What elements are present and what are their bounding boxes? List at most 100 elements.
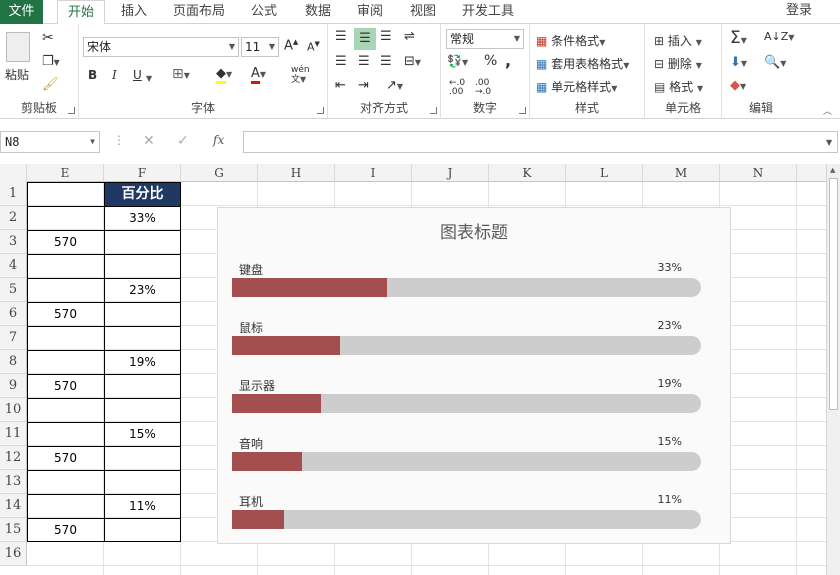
column-header-k[interactable]: K	[489, 164, 566, 182]
tab-page-layout[interactable]: 页面布局	[168, 0, 230, 24]
dialog-launcher-icon[interactable]	[68, 107, 75, 114]
tab-view[interactable]: 视图	[401, 0, 445, 24]
bar-track[interactable]	[232, 510, 701, 529]
align-right-icon[interactable]: ☰	[380, 54, 392, 69]
align-left-icon[interactable]: ☰	[335, 54, 347, 69]
autosum-icon[interactable]: Σ▼	[730, 28, 747, 48]
font-name-combo[interactable]: 宋体 ▼	[83, 37, 239, 57]
insert-cells-button[interactable]: ⊞ 插入 ▼	[654, 32, 702, 49]
column-header-n[interactable]: N	[720, 164, 797, 182]
value-cell[interactable]: 570	[27, 518, 104, 542]
number-format-combo[interactable]: 常规 ▼	[446, 29, 524, 49]
merge-center-icon[interactable]: ⊟▼	[404, 54, 421, 69]
format-as-table-button[interactable]: ▦ 套用表格格式▼	[536, 55, 629, 72]
column-header-f[interactable]: F	[104, 164, 181, 182]
column-header-i[interactable]: I	[335, 164, 412, 182]
align-bottom-icon[interactable]: ☰	[380, 29, 392, 44]
row-header-3[interactable]: 3	[0, 230, 27, 254]
delete-cells-button[interactable]: ⊟ 删除 ▼	[654, 55, 702, 72]
tab-home[interactable]: 开始	[57, 0, 105, 25]
row-header-15[interactable]: 15	[0, 518, 27, 542]
align-middle-icon[interactable]: ☰	[354, 28, 376, 50]
increase-decimal-icon[interactable]: ←.0.00	[449, 79, 465, 97]
copy-icon[interactable]: ❐▼	[42, 54, 60, 69]
bar-鼠标[interactable]	[232, 336, 340, 355]
column-header-g[interactable]: G	[181, 164, 258, 182]
scroll-up-icon[interactable]: ▲	[830, 166, 835, 174]
bar-chart[interactable]: 图表标题 键盘 33% 鼠标 23% 显示器 19% 音响 15% 耳机 11%	[217, 207, 731, 544]
bold-button[interactable]: B	[88, 68, 97, 82]
border-icon[interactable]: ⊞▼	[172, 66, 190, 82]
scrollbar-thumb[interactable]	[829, 178, 838, 410]
row-header-7[interactable]: 7	[0, 326, 27, 350]
tab-review[interactable]: 审阅	[348, 0, 392, 24]
bar-显示器[interactable]	[232, 394, 321, 413]
chart-title[interactable]: 图表标题	[218, 218, 730, 243]
tab-file[interactable]: 文件	[0, 0, 43, 24]
percent-cell[interactable]: 15%	[104, 422, 181, 446]
column-header-m[interactable]: M	[643, 164, 720, 182]
row-header-1[interactable]: 1	[0, 182, 27, 206]
format-painter-icon[interactable]: 🖌	[42, 77, 59, 92]
value-cell[interactable]: 570	[27, 302, 104, 326]
tab-developer[interactable]: 开发工具	[455, 0, 521, 24]
percent-cell[interactable]: 33%	[104, 206, 181, 230]
fill-color-icon[interactable]: ◆▼	[216, 66, 232, 84]
italic-button[interactable]: I	[112, 68, 117, 82]
cut-icon[interactable]: ✂	[42, 30, 54, 46]
row-header-5[interactable]: 5	[0, 278, 27, 302]
underline-button[interactable]: U	[133, 68, 142, 82]
percent-cell[interactable]: 19%	[104, 350, 181, 374]
sort-filter-icon[interactable]: A↓Z▼	[764, 30, 794, 43]
value-cell[interactable]: 570	[27, 374, 104, 398]
name-box[interactable]: N8 ▼	[0, 131, 100, 153]
select-all-corner[interactable]	[0, 164, 27, 182]
cancel-icon[interactable]: ✕	[143, 133, 155, 149]
vertical-scrollbar[interactable]: ▲	[826, 164, 840, 575]
formula-input[interactable]	[243, 131, 838, 153]
paste-icon[interactable]	[6, 32, 30, 62]
wrap-text-icon[interactable]: ⇌	[404, 29, 415, 44]
row-header-2[interactable]: 2	[0, 206, 27, 230]
bar-音响[interactable]	[232, 452, 302, 471]
dialog-launcher-icon[interactable]	[430, 107, 437, 114]
row-header-12[interactable]: 12	[0, 446, 27, 470]
percent-cell[interactable]: 23%	[104, 278, 181, 302]
bar-track[interactable]	[232, 394, 701, 413]
percent-cell[interactable]: 11%	[104, 494, 181, 518]
align-top-icon[interactable]: ☰	[335, 29, 347, 44]
row-header-9[interactable]: 9	[0, 374, 27, 398]
collapse-ribbon-icon[interactable]: ︿	[823, 104, 832, 117]
comma-style-button[interactable]: ,	[505, 51, 511, 70]
font-size-combo[interactable]: 11 ▼	[241, 37, 279, 57]
tab-formulas[interactable]: 公式	[242, 0, 286, 24]
dialog-launcher-icon[interactable]	[317, 107, 324, 114]
decrease-decimal-icon[interactable]: .00 →.0	[475, 79, 491, 97]
row-header-8[interactable]: 8	[0, 350, 27, 374]
bar-track[interactable]	[232, 452, 701, 471]
insert-function-button[interactable]: fx	[213, 133, 224, 147]
conditional-formatting-button[interactable]: ▦ 条件格式▼	[536, 32, 605, 49]
bar-track[interactable]	[232, 336, 701, 355]
increase-indent-icon[interactable]: ⇥	[358, 78, 369, 93]
tab-insert[interactable]: 插入	[112, 0, 156, 24]
paste-button[interactable]: 粘贴	[5, 66, 29, 83]
percent-header-cell[interactable]: 百分比	[104, 182, 181, 206]
grow-font-icon[interactable]: A▲	[284, 38, 298, 53]
expand-formula-icon[interactable]: ▼	[826, 138, 832, 147]
cell-styles-button[interactable]: ▦ 单元格样式▼	[536, 78, 617, 95]
login-link[interactable]: 登录	[786, 0, 812, 22]
fill-icon[interactable]: ⬇▼	[730, 55, 747, 70]
row-header-10[interactable]: 10	[0, 398, 27, 422]
find-select-icon[interactable]: 🔍▼	[764, 55, 786, 70]
shrink-font-icon[interactable]: A▼	[307, 40, 320, 54]
underline-dropdown[interactable]: ▼	[146, 70, 152, 84]
column-header-e[interactable]: E	[27, 164, 104, 182]
row-header-6[interactable]: 6	[0, 302, 27, 326]
align-center-icon[interactable]: ☰	[358, 54, 370, 69]
row-header-4[interactable]: 4	[0, 254, 27, 278]
bar-耳机[interactable]	[232, 510, 284, 529]
row-header-11[interactable]: 11	[0, 422, 27, 446]
clear-icon[interactable]: ◆▼	[730, 78, 746, 93]
tab-data[interactable]: 数据	[296, 0, 340, 24]
